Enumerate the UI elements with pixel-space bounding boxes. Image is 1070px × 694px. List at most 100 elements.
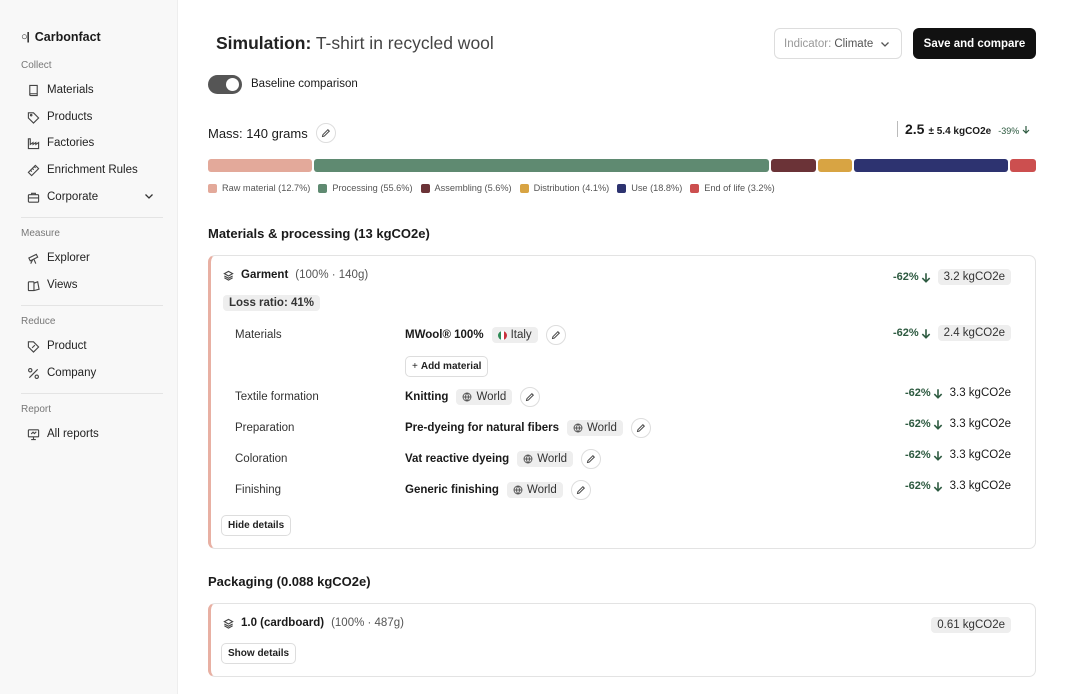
process-name: Knitting (405, 391, 449, 403)
row-label-materials: Materials (235, 329, 282, 341)
edit-material-button[interactable] (545, 325, 566, 345)
indicator-select[interactable]: Indicator: Climate (774, 28, 902, 59)
section-title-reduce: Reduce (21, 316, 56, 327)
breakdown-segment[interactable] (818, 159, 852, 172)
show-details-button[interactable]: Show details (221, 643, 297, 664)
edit-mass-button[interactable] (315, 123, 336, 143)
sidebar-item-corporate[interactable]: Corporate (27, 186, 161, 208)
edit-process-button[interactable] (570, 480, 591, 500)
page-title: Simulation: T-shirt in recycled wool (216, 33, 494, 54)
ruler-icon (27, 164, 40, 177)
sidebar-item-materials[interactable]: Materials (27, 79, 161, 101)
sidebar-item-factories[interactable]: Factories (27, 132, 161, 154)
briefcase-icon (27, 191, 40, 204)
page-title-name: T-shirt in recycled wool (311, 33, 494, 53)
garment-header[interactable]: Garment (100% · 140g) (223, 269, 368, 281)
legend-swatch (690, 183, 700, 193)
breakdown-segment[interactable] (770, 159, 817, 172)
row-impact-materials: -62% 2.4 kgCO2e (893, 325, 1011, 341)
origin-chip: World (506, 482, 563, 498)
indicator-value: Climate (834, 37, 874, 50)
breakdown-segment[interactable] (1009, 159, 1036, 172)
sidebar-item-label: Product (47, 340, 87, 352)
sidebar-item-products[interactable]: Products (27, 106, 161, 128)
edit-process-button[interactable] (520, 387, 541, 407)
globe-icon (573, 423, 583, 433)
factory-icon (27, 137, 40, 150)
legend-item: Use (18.8%) (617, 183, 682, 193)
arrow-down-icon (933, 419, 942, 430)
packaging-header[interactable]: 1.0 (cardboard) (100% · 487g) (223, 617, 404, 629)
divider (21, 217, 163, 218)
sidebar-item-label: Company (47, 367, 97, 379)
legend-item: Distribution (4.1%) (519, 183, 610, 193)
score-uncertainty: ± 5.4 kgCO2e (928, 126, 992, 137)
packaging-meta: (100% · 487g) (331, 617, 404, 629)
breakdown-segment[interactable] (313, 159, 769, 172)
sidebar-item-label: Corporate (47, 191, 99, 203)
layers-icon (223, 618, 234, 629)
sidebar-item-label: Enrichment Rules (47, 164, 138, 176)
sidebar-item-explorer[interactable]: Explorer (27, 247, 161, 269)
row-value-coloration: Vat reactive dyeing World (405, 449, 602, 469)
packaging-section-title: Packaging (0.088 kgCO2e) (208, 574, 371, 589)
sidebar-item-views[interactable]: Views (27, 274, 161, 296)
row-impact-textile-formation: -62% 3.3 kgCO2e (905, 387, 1011, 399)
sidebar-item-enrichment-rules[interactable]: Enrichment Rules (27, 159, 161, 181)
impact-value: 2.4 kgCO2e (937, 325, 1011, 341)
row-impact-coloration: -62% 3.3 kgCO2e (905, 449, 1011, 461)
garment-meta: (100% · 140g) (295, 269, 369, 281)
sidebar-item-product[interactable]: Product (27, 335, 161, 357)
material-name: MWool® 100% (405, 329, 484, 341)
sidebar-item-label: Views (47, 279, 78, 291)
legend-item: End of life (3.2%) (690, 183, 775, 193)
impact-value: 3.3 kgCO2e (949, 480, 1011, 492)
packaging-name: 1.0 (cardboard) (241, 617, 325, 629)
legend-label: Raw material (12.7%) (222, 183, 311, 193)
row-label-coloration: Coloration (235, 453, 288, 465)
baseline-comparison-toggle[interactable] (208, 75, 242, 94)
breakdown-segment[interactable] (854, 159, 1008, 172)
impact-value: 3.2 kgCO2e (937, 269, 1011, 285)
chevron-down-icon[interactable] (143, 190, 155, 205)
delta-percent: -62% (905, 387, 943, 399)
impact-value: 3.3 kgCO2e (949, 449, 1011, 461)
edit-process-button[interactable] (630, 418, 651, 438)
edit-process-button[interactable] (581, 449, 602, 469)
legend-label: Processing (55.6%) (332, 183, 413, 193)
globe-icon (462, 392, 472, 402)
row-impact-finishing: -62% 3.3 kgCO2e (905, 480, 1011, 492)
impact-value: 0.61 kgCO2e (931, 617, 1011, 633)
hide-details-button[interactable]: Hide details (221, 515, 292, 536)
legend-label: End of life (3.2%) (704, 183, 775, 193)
sidebar-item-label: Materials (47, 84, 94, 96)
save-and-compare-button[interactable]: Save and compare (913, 28, 1036, 59)
arrow-down-icon (1022, 126, 1030, 134)
arrow-down-icon (921, 328, 930, 339)
sidebar-item-all-reports[interactable]: All reports (27, 423, 161, 445)
brand-logo[interactable]: ○| Carbonfact (21, 30, 101, 44)
score-delta: -39% (998, 125, 1030, 136)
book-icon (27, 84, 40, 97)
pencil-icon (636, 423, 645, 433)
mass-row: Mass: 140 grams (208, 123, 336, 143)
divider (21, 305, 163, 306)
plus-icon: + (412, 361, 418, 372)
garment-name: Garment (241, 269, 289, 281)
sidebar-item-company[interactable]: Company (27, 362, 161, 384)
arrow-down-icon (933, 481, 942, 492)
loss-ratio-badge: Loss ratio: 41% (223, 295, 320, 311)
origin-chip: World (567, 420, 623, 436)
lifecycle-legend: Raw material (12.7%) Processing (55.6%) As… (208, 183, 775, 193)
globe-icon (513, 485, 523, 495)
delta-percent: -62% (893, 327, 931, 339)
row-label-textile-formation: Textile formation (235, 391, 319, 403)
delta-percent: -62% (905, 449, 943, 461)
arrow-down-icon (921, 272, 930, 283)
pencil-icon (321, 128, 330, 138)
breakdown-segment[interactable] (208, 159, 312, 172)
add-material-button[interactable]: + Add material (405, 356, 489, 377)
total-score: 2.5 ± 5.4 kgCO2e -39% (897, 121, 1030, 137)
process-name: Generic finishing (405, 484, 499, 496)
legend-label: Distribution (4.1%) (533, 183, 610, 193)
